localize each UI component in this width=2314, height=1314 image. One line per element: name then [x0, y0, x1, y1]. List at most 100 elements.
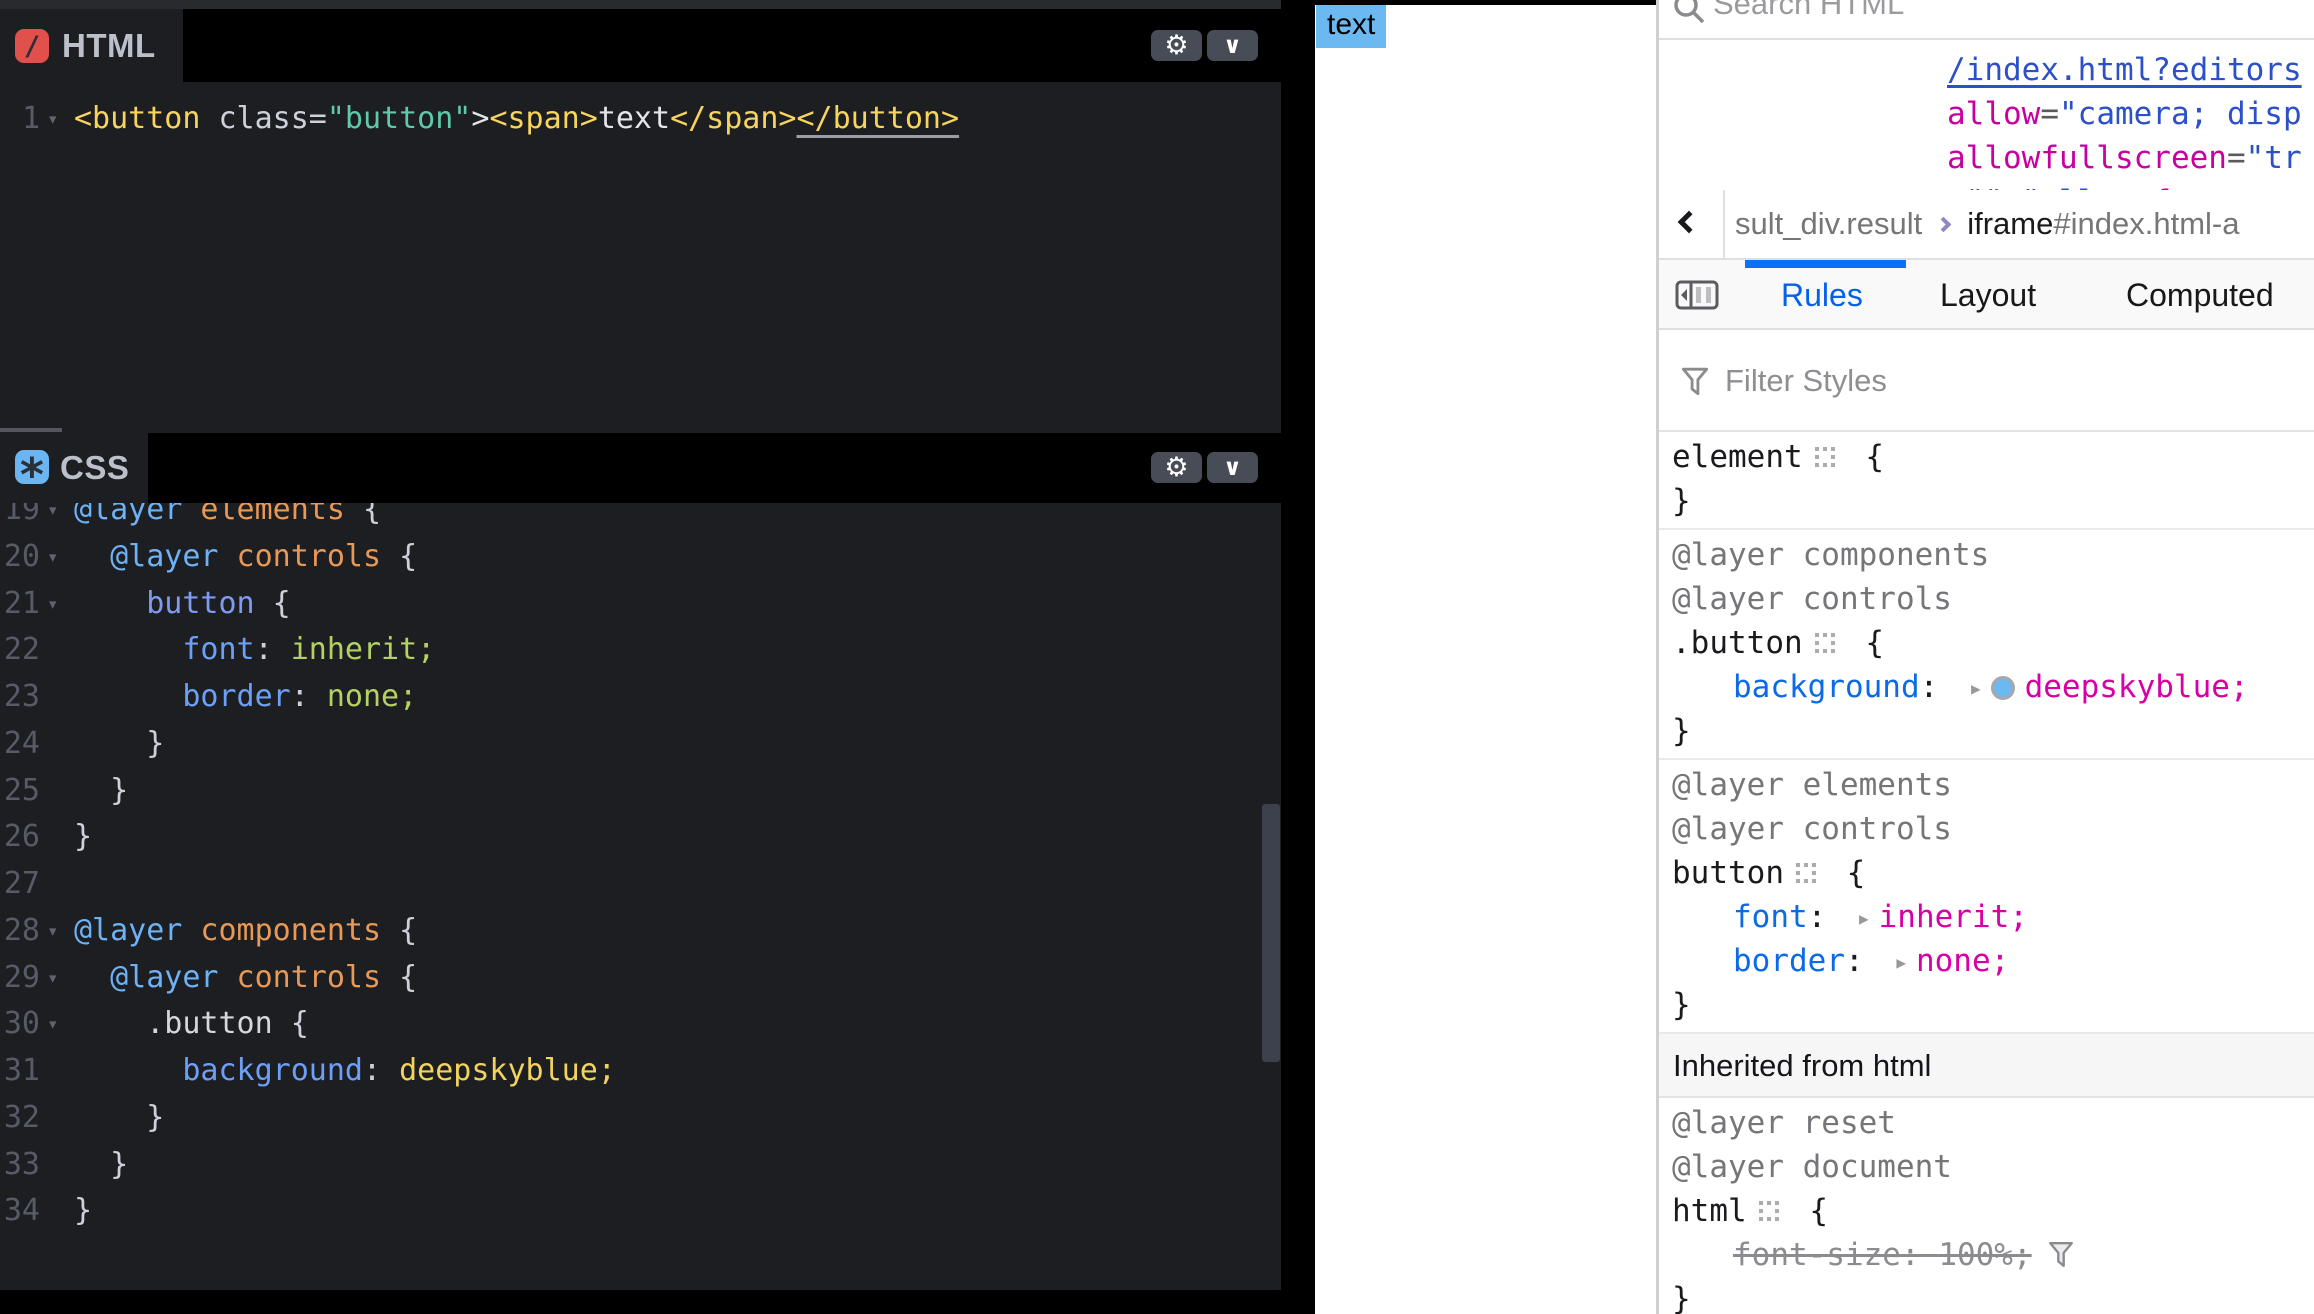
- rule-selector-line[interactable]: html {: [1672, 1189, 2314, 1233]
- rule-selector[interactable]: element: [1672, 439, 1803, 475]
- rule-property-line[interactable]: border: ▶none;: [1672, 939, 2314, 983]
- code-line[interactable]: 28▾@layer components {: [0, 908, 1281, 955]
- fold-arrow-icon[interactable]: ▾: [40, 1001, 74, 1048]
- code-text: }: [74, 1188, 1281, 1235]
- filter-styles-row[interactable]: Filter Styles: [1659, 330, 2314, 432]
- selector-highlighter-icon[interactable]: [1794, 861, 1818, 885]
- property-name[interactable]: font-size: [1733, 1237, 1901, 1273]
- code-line[interactable]: 30▾ .button {: [0, 1001, 1281, 1048]
- line-number: 21: [0, 581, 40, 628]
- preview-text-button[interactable]: text: [1316, 5, 1386, 48]
- code-line[interactable]: 34}: [0, 1188, 1281, 1235]
- property-name[interactable]: border: [1733, 943, 1845, 979]
- expand-arrow-icon[interactable]: ▶: [1971, 667, 1981, 711]
- code-line[interactable]: 29▾ @layer controls {: [0, 955, 1281, 1002]
- markup-line[interactable]: /index.html?editors: [1947, 48, 2314, 92]
- code-line[interactable]: 21▾ button {: [0, 581, 1281, 628]
- code-line[interactable]: 33 }: [0, 1142, 1281, 1189]
- property-colon: :: [1920, 669, 1957, 705]
- code-token: }: [146, 726, 164, 761]
- markup-line[interactable]: allow="camera; disp: [1947, 92, 2314, 136]
- code-token: }: [74, 1193, 92, 1228]
- property-value[interactable]: 100%;: [1938, 1237, 2031, 1273]
- code-text: }: [74, 814, 1281, 861]
- html-code-editor[interactable]: 1▾<button class="button"><span>text</spa…: [0, 82, 1281, 427]
- code-line[interactable]: 19▾@layer elements {: [0, 503, 1281, 534]
- code-line[interactable]: 25 }: [0, 768, 1281, 815]
- rule-property-line[interactable]: font-size: 100%;: [1672, 1233, 2314, 1277]
- code-line[interactable]: 32 }: [0, 1095, 1281, 1142]
- expand-arrow-icon[interactable]: ▶: [1859, 897, 1869, 941]
- rule-selector[interactable]: html: [1672, 1193, 1747, 1229]
- css-editor-scrollbar[interactable]: [1262, 804, 1280, 1062]
- tab-layout[interactable]: Layout: [1940, 260, 2036, 330]
- property-value[interactable]: none;: [1916, 943, 2009, 979]
- code-line[interactable]: 31 background: deepskyblue;: [0, 1048, 1281, 1095]
- selector-highlighter-icon[interactable]: [1813, 631, 1837, 655]
- code-line[interactable]: 20▾ @layer controls {: [0, 534, 1281, 581]
- code-line[interactable]: 26}: [0, 814, 1281, 861]
- property-value[interactable]: deepskyblue;: [2025, 669, 2249, 705]
- code-line[interactable]: 23 border: none;: [0, 674, 1281, 721]
- fold-arrow-icon[interactable]: ▾: [40, 581, 74, 628]
- rule-property-line[interactable]: background: ▶ deepskyblue;: [1672, 665, 2314, 709]
- property-name[interactable]: background: [1733, 669, 1920, 705]
- markup-line[interactable]: allowfullscreen="tr: [1947, 136, 2314, 180]
- rule-selector-line[interactable]: button {: [1672, 851, 2314, 895]
- tab-computed[interactable]: Computed: [2126, 260, 2274, 330]
- selector-highlighter-icon[interactable]: [1757, 1199, 1781, 1223]
- rule-property-line[interactable]: font: ▶inherit;: [1672, 895, 2314, 939]
- code-token: font: [182, 632, 254, 667]
- fold-arrow-icon[interactable]: ▾: [40, 96, 74, 143]
- code-token: @layer: [110, 539, 218, 574]
- markup-line[interactable]: ="" "allow f: [1947, 180, 2314, 190]
- property-filter-funnel-icon[interactable]: [2048, 1241, 2074, 1269]
- rule-selector[interactable]: button: [1672, 855, 1784, 891]
- breadcrumb-item-result-div[interactable]: sult_div.result: [1735, 206, 1922, 242]
- fold-arrow-icon[interactable]: ▾: [40, 955, 74, 1002]
- css-settings-button[interactable]: ⚙: [1151, 452, 1202, 483]
- html-collapse-button[interactable]: ∨: [1207, 30, 1258, 61]
- code-token: {: [273, 1006, 309, 1041]
- rule-selector-line[interactable]: element {: [1672, 435, 2314, 479]
- fold-spacer: [40, 768, 74, 815]
- rule-selector-line[interactable]: .button {: [1672, 621, 2314, 665]
- fold-arrow-icon[interactable]: ▾: [40, 534, 74, 581]
- code-line[interactable]: 24 }: [0, 721, 1281, 768]
- rule-selector[interactable]: .button: [1672, 625, 1803, 661]
- code-line[interactable]: 27: [0, 861, 1281, 908]
- breadcrumb-item-iframe[interactable]: iframe#index.html-a: [1967, 206, 2239, 242]
- fold-arrow-icon[interactable]: ▾: [40, 908, 74, 955]
- selector-highlighter-icon[interactable]: [1813, 445, 1837, 469]
- css-asterisk-icon: *: [15, 450, 49, 484]
- code-token: inherit;: [273, 632, 436, 667]
- fold-spacer: [40, 861, 74, 908]
- css-code-editor[interactable]: 19▾@layer elements {20▾ @layer controls …: [0, 503, 1281, 1290]
- breadcrumb-back-chevron-icon[interactable]: [1678, 211, 1701, 234]
- tab-rules[interactable]: Rules: [1781, 260, 1863, 330]
- color-swatch[interactable]: [1991, 676, 2015, 700]
- css-collapse-button[interactable]: ∨: [1207, 452, 1258, 483]
- css-rule: @layer components@layer controls.button …: [1659, 530, 2314, 760]
- html-settings-button[interactable]: ⚙: [1151, 30, 1202, 61]
- code-line[interactable]: 1▾<button class="button"><span>text</spa…: [0, 96, 1281, 143]
- panel-resize-handle[interactable]: [0, 428, 62, 432]
- property-name[interactable]: font: [1733, 899, 1808, 935]
- line-number: 30: [0, 1001, 40, 1048]
- pane-toggle-icon[interactable]: [1675, 280, 1719, 310]
- expand-arrow-icon[interactable]: ▶: [1896, 941, 1906, 985]
- devtools-tabs: Rules Layout Computed: [1659, 260, 2314, 330]
- code-line[interactable]: 22 font: inherit;: [0, 627, 1281, 674]
- code-token: border: [182, 679, 290, 714]
- search-html-row[interactable]: Search HTML: [1659, 0, 2314, 40]
- editor-preview-gutter[interactable]: [1281, 0, 1315, 1314]
- code-token: :: [291, 679, 309, 714]
- fold-arrow-icon[interactable]: ▾: [40, 503, 74, 534]
- code-token: [74, 773, 110, 808]
- property-value[interactable]: inherit;: [1879, 899, 2028, 935]
- markup-view[interactable]: /index.html?editorsallow="camera; dispal…: [1659, 40, 2314, 190]
- line-number: 23: [0, 674, 40, 721]
- tab-html-editor[interactable]: / HTML: [0, 9, 183, 82]
- gear-icon: ⚙: [1164, 452, 1188, 483]
- tab-css-editor[interactable]: * CSS: [0, 433, 148, 503]
